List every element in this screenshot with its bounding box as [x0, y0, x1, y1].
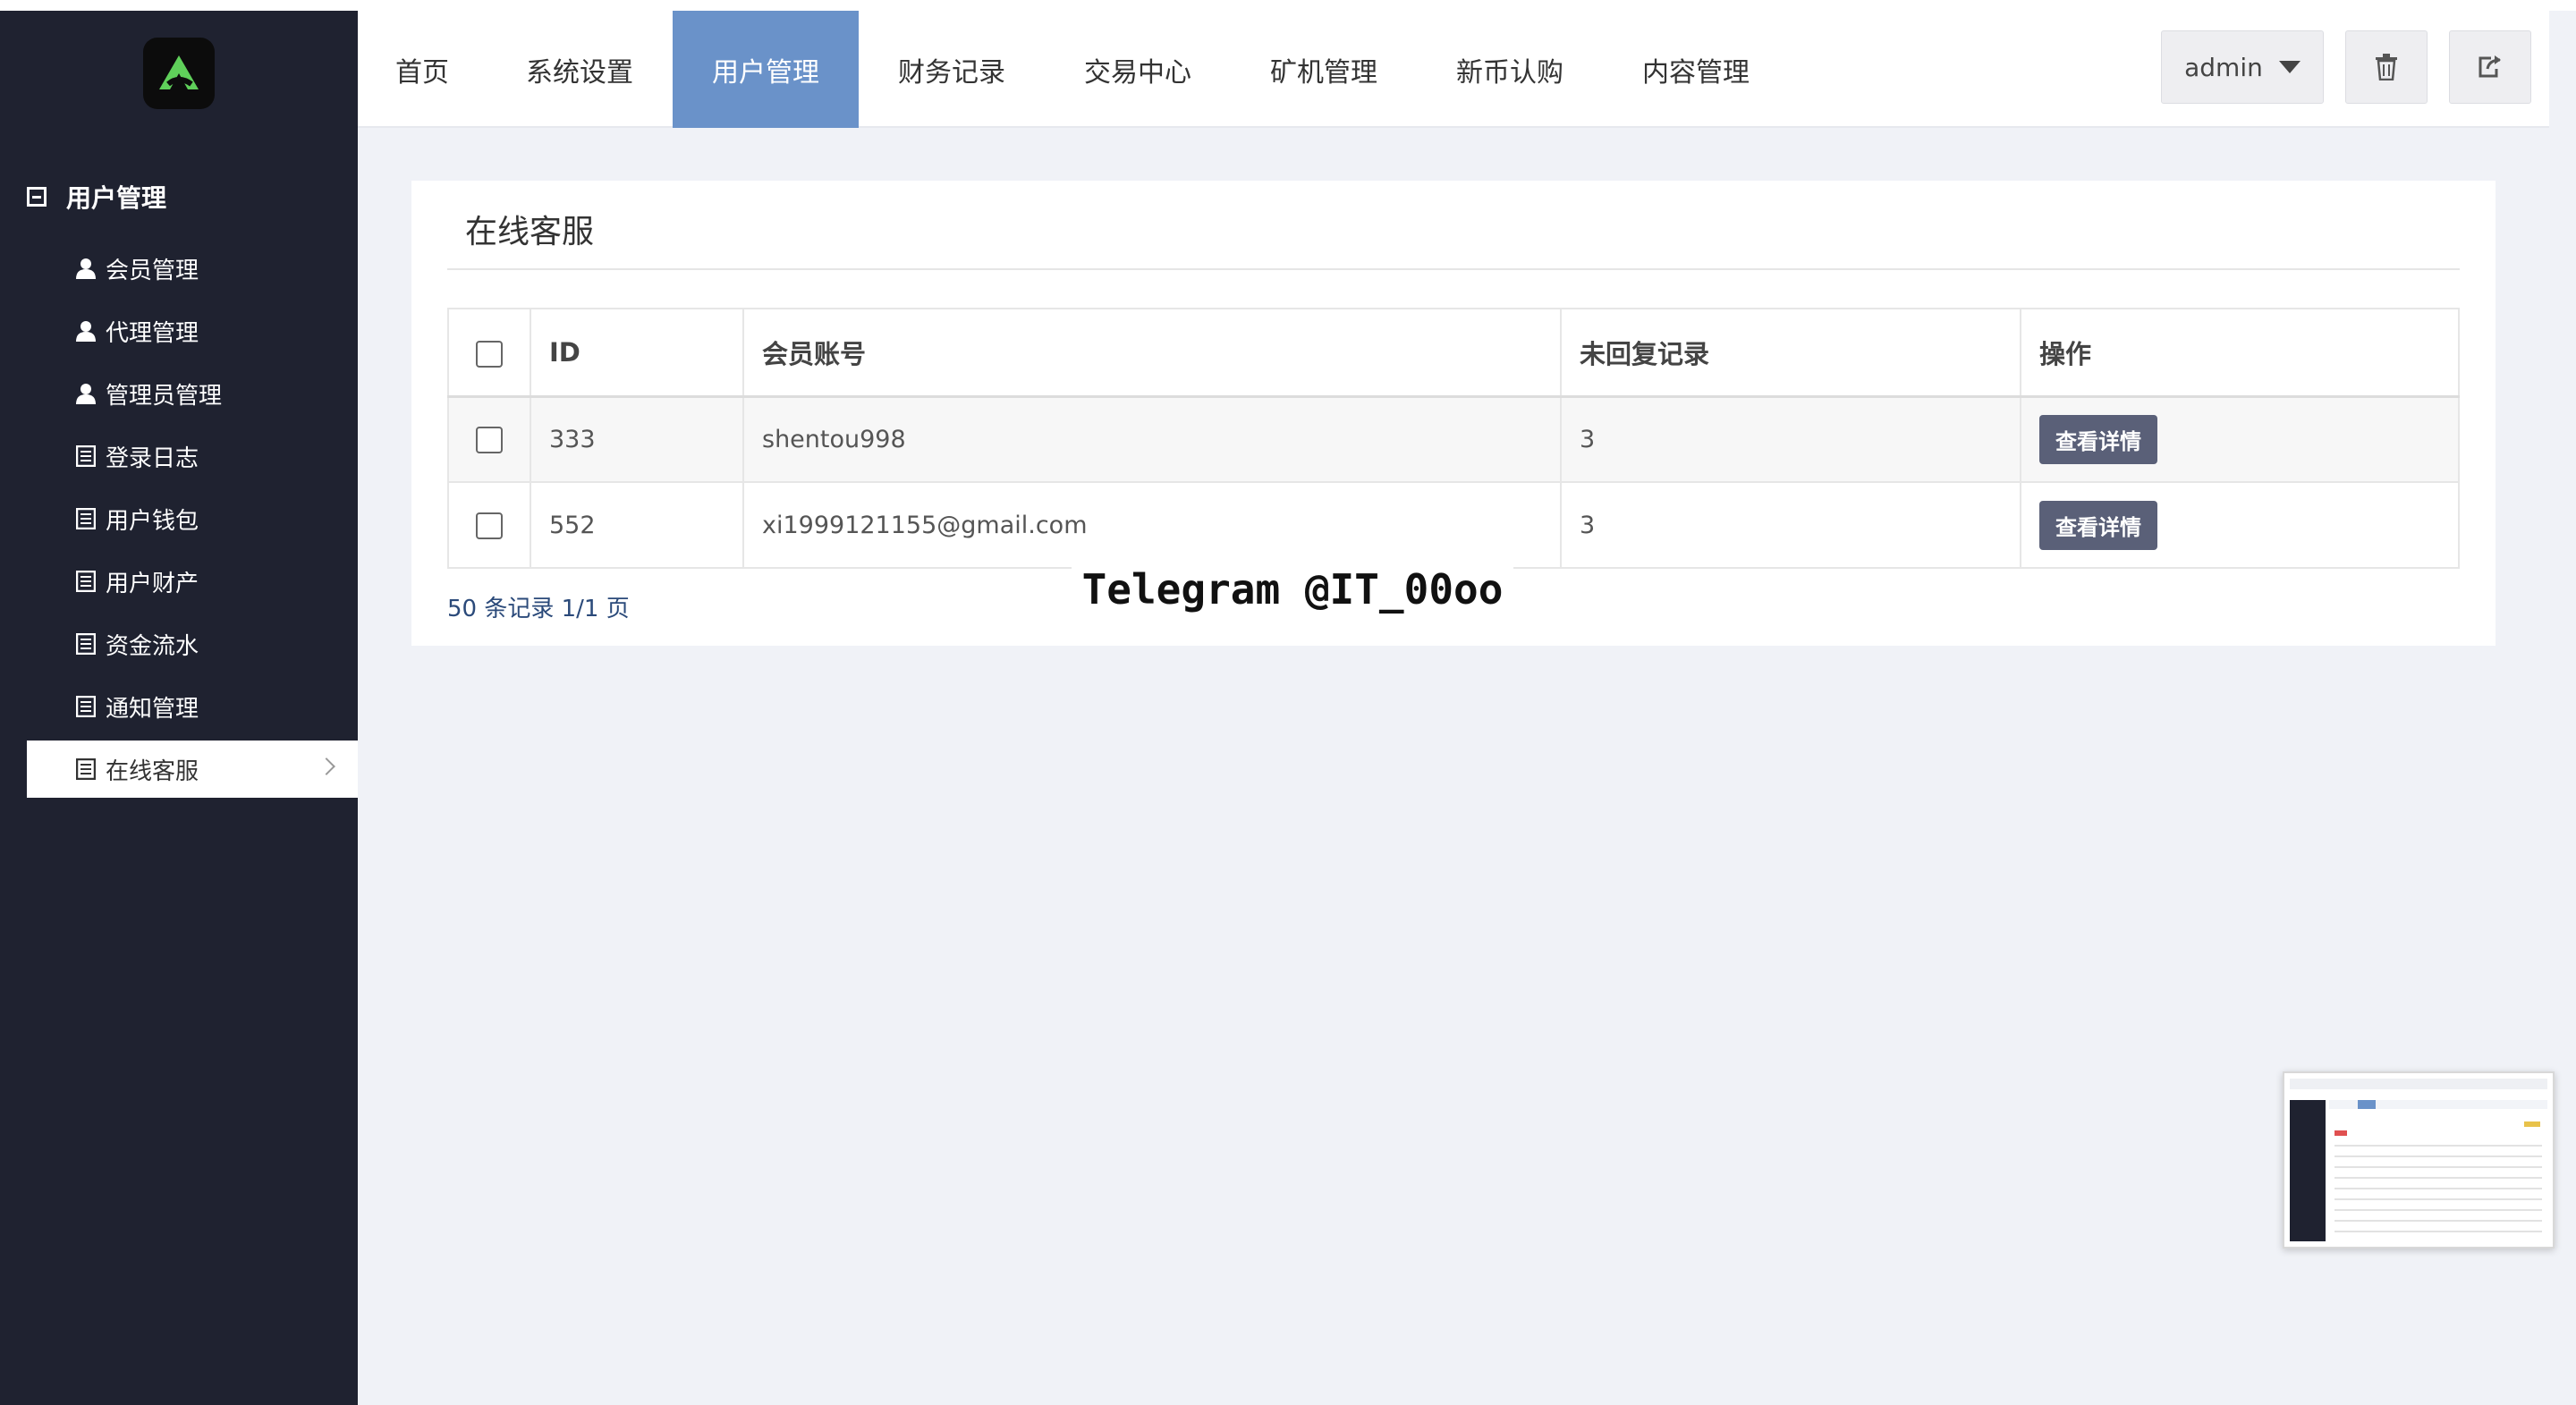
thumbnail-line — [2334, 1166, 2542, 1168]
sidebar-item-login-log[interactable]: 登录日志 — [27, 427, 358, 485]
sidebar-item-label: 资金流水 — [106, 632, 199, 660]
column-header-id[interactable]: ID — [530, 308, 744, 397]
sidebar-group-user-management[interactable]: 用户管理 — [27, 172, 349, 222]
screenshot-thumbnail[interactable] — [2283, 1071, 2555, 1248]
sidebar-item-label: 会员管理 — [106, 257, 199, 284]
sidebar-item-label: 代理管理 — [106, 319, 199, 347]
column-header-actions: 操作 — [2020, 308, 2460, 397]
row-checkbox[interactable] — [476, 512, 503, 539]
list-icon — [73, 569, 98, 594]
admin-username: admin — [2184, 52, 2263, 82]
pagination-info: 50 条记录 1/1 页 — [447, 596, 630, 622]
nav-system-settings[interactable]: 系统设置 — [487, 11, 673, 128]
nav-content-management[interactable]: 内容管理 — [1603, 11, 1789, 128]
cell-unreplied: 3 — [1560, 481, 2021, 569]
top-header: 首页 系统设置 用户管理 财务记录 交易中心 矿机管理 新币认购 内容管理 ad… — [358, 11, 2549, 128]
thumbnail-line — [2334, 1145, 2542, 1147]
user-icon — [73, 318, 98, 343]
logo-icon — [159, 55, 199, 89]
cell-account: xi1999121155@gmail.com — [742, 481, 1562, 569]
column-header-unreplied[interactable]: 未回复记录 — [1560, 308, 2021, 397]
select-all-cell — [447, 308, 531, 397]
sidebar: 用户管理 会员管理 代理管理 管理员管理 登录日志 用户钱包 用户财产 资金流水… — [0, 11, 358, 1405]
sidebar-item-label: 登录日志 — [106, 444, 199, 472]
sidebar-item-label: 用户财产 — [106, 570, 199, 597]
column-header-account[interactable]: 会员账号 — [742, 308, 1562, 397]
thumbnail-line — [2334, 1220, 2542, 1222]
app-logo[interactable] — [143, 38, 215, 109]
cell-actions: 查看详情 — [2020, 481, 2460, 569]
thumbnail-sidebar — [2290, 1100, 2326, 1241]
cell-unreplied: 3 — [1560, 395, 2021, 483]
list-icon — [73, 444, 98, 469]
list-icon — [73, 506, 98, 531]
table-header-row: ID 会员账号 未回复记录 操作 — [447, 308, 2460, 397]
trash-icon — [2376, 54, 2397, 80]
thumbnail-highlight — [2524, 1121, 2540, 1127]
cell-id: 333 — [530, 395, 744, 483]
watermark-text: Telegram @IT_00oo — [1072, 558, 1513, 621]
sidebar-item-admins[interactable]: 管理员管理 — [27, 365, 358, 422]
page-title: 在线客服 — [465, 214, 595, 250]
window-top-strip — [0, 0, 2576, 11]
nav-finance-records[interactable]: 财务记录 — [859, 11, 1045, 128]
clear-cache-button[interactable] — [2345, 30, 2428, 104]
top-nav: 首页 系统设置 用户管理 财务记录 交易中心 矿机管理 新币认购 内容管理 — [358, 11, 1789, 128]
row-checkbox-cell — [447, 395, 531, 483]
cell-account: shentou998 — [742, 395, 1562, 483]
list-icon — [73, 694, 98, 719]
row-checkbox-cell — [447, 481, 531, 569]
table-row: 552 xi1999121155@gmail.com 3 查看详情 — [447, 481, 2460, 569]
nav-trading-center[interactable]: 交易中心 — [1045, 11, 1231, 128]
user-icon — [73, 381, 98, 406]
thumbnail-line — [2334, 1155, 2542, 1157]
sidebar-item-label: 管理员管理 — [106, 382, 223, 410]
thumbnail-line — [2334, 1198, 2542, 1200]
nav-miner-management[interactable]: 矿机管理 — [1231, 11, 1417, 128]
collapse-icon[interactable] — [27, 187, 47, 207]
thumbnail-line — [2334, 1177, 2542, 1179]
title-divider — [447, 268, 2460, 270]
sidebar-item-online-support[interactable]: 在线客服 — [27, 741, 358, 798]
cell-id: 552 — [530, 481, 744, 569]
list-icon — [73, 757, 98, 782]
view-details-button[interactable]: 查看详情 — [2039, 500, 2157, 550]
sidebar-group-label: 用户管理 — [66, 183, 167, 213]
admin-dropdown[interactable]: admin — [2161, 30, 2324, 104]
thumbnail-nav-active — [2358, 1100, 2376, 1109]
sidebar-item-fund-flow[interactable]: 资金流水 — [27, 615, 358, 673]
sidebar-item-label: 在线客服 — [106, 758, 199, 785]
select-all-checkbox[interactable] — [476, 340, 503, 368]
nav-home[interactable]: 首页 — [358, 11, 487, 128]
sidebar-item-label: 通知管理 — [106, 695, 199, 723]
cell-actions: 查看详情 — [2020, 395, 2460, 483]
nav-user-management[interactable]: 用户管理 — [673, 11, 859, 128]
thumbnail-topbar — [2290, 1079, 2547, 1089]
chevron-right-icon — [318, 758, 335, 775]
nav-new-coin-subscription[interactable]: 新币认购 — [1417, 11, 1603, 128]
sidebar-item-assets[interactable]: 用户财产 — [27, 553, 358, 610]
row-checkbox[interactable] — [476, 427, 503, 453]
sidebar-item-wallet[interactable]: 用户钱包 — [27, 490, 358, 547]
table-row: 333 shentou998 3 查看详情 — [447, 395, 2460, 483]
view-details-button[interactable]: 查看详情 — [2039, 414, 2157, 464]
thumbnail-line — [2334, 1231, 2542, 1232]
support-table: ID 会员账号 未回复记录 操作 333 shentou998 3 查看详情 5… — [447, 308, 2460, 569]
user-icon — [73, 256, 98, 281]
sidebar-item-notifications[interactable]: 通知管理 — [27, 678, 358, 735]
sidebar-item-members[interactable]: 会员管理 — [27, 240, 358, 297]
thumbnail-line — [2334, 1209, 2542, 1211]
list-icon — [73, 631, 98, 656]
logout-button[interactable] — [2449, 30, 2531, 104]
sidebar-item-label: 用户钱包 — [106, 507, 199, 535]
caret-down-icon — [2278, 61, 2301, 73]
thumbnail-line — [2334, 1188, 2542, 1189]
sidebar-item-agents[interactable]: 代理管理 — [27, 302, 358, 360]
thumbnail-marker — [2334, 1130, 2347, 1136]
logout-icon — [2479, 55, 2501, 78]
